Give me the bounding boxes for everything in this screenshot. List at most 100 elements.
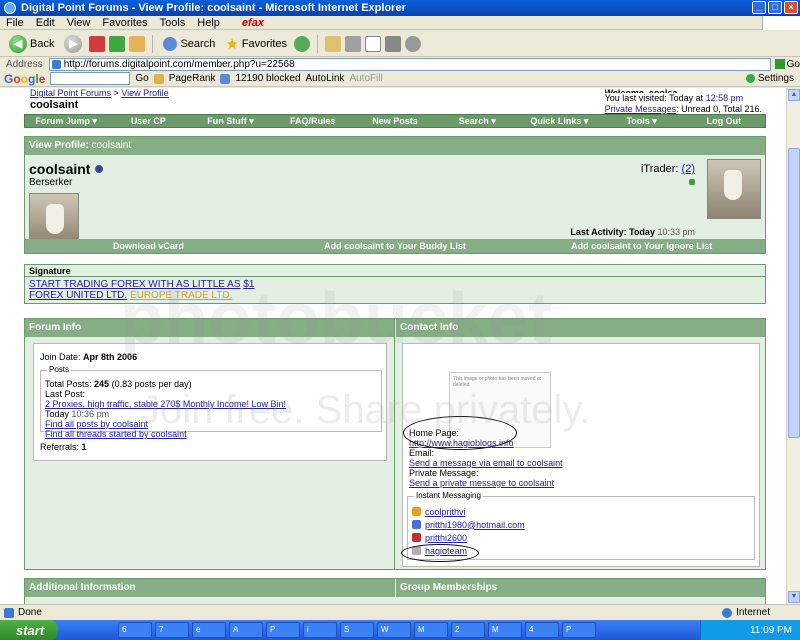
im-row[interactable]: pritthi1980@hotmail.com [412, 518, 525, 531]
breadcrumb-view-profile-link[interactable]: View Profile [121, 88, 168, 98]
forum-navbar: Forum Jump ▾ User CP Fun Stuff ▾ FAQ/Rul… [24, 114, 766, 128]
signature-link-2[interactable]: FOREX UNITED LTD. [29, 290, 127, 301]
taskbar-item[interactable]: 6 [118, 622, 152, 638]
refresh-icon[interactable] [109, 35, 126, 52]
go-button[interactable]: Go [774, 59, 800, 70]
breadcrumb-forums-link[interactable]: Digital Point Forums [30, 88, 111, 98]
maximize-button[interactable]: □ [768, 1, 782, 14]
nav-log-out[interactable]: Log Out [683, 116, 765, 126]
home-icon[interactable] [129, 35, 146, 52]
taskbar-item[interactable]: A [229, 622, 263, 638]
forward-button[interactable]: ▶ [61, 33, 85, 55]
private-messages-link[interactable]: Private Messages [605, 104, 677, 114]
efax-button[interactable]: efax [242, 17, 264, 29]
signature-link-price[interactable]: $1 [243, 279, 254, 290]
settings-button[interactable]: Settings [745, 73, 794, 84]
find-posts-link[interactable]: Find all posts by coolsaint [45, 419, 148, 429]
scroll-thumb[interactable] [788, 148, 800, 438]
add-ignore-link[interactable]: Add coolsaint to Your Ignore List [518, 241, 765, 251]
taskbar-item[interactable]: e [192, 622, 226, 638]
menu-tools[interactable]: Tools [160, 17, 186, 29]
last-activity: Last Activity: Today 10:33 pm [570, 227, 695, 237]
print-icon[interactable] [345, 35, 362, 52]
last-post-link[interactable]: 2 Proxies, high traffic, stable 270$ Mon… [45, 399, 286, 409]
mail-icon[interactable] [325, 35, 342, 52]
taskbar-item[interactable]: M [414, 622, 448, 638]
settings-icon [745, 74, 755, 83]
find-threads-link[interactable]: Find all threads started by coolsaint [45, 429, 187, 439]
address-input[interactable]: http://forums.digitalpoint.com/member.ph… [48, 57, 771, 71]
im-row[interactable]: coolprithvi [412, 505, 525, 518]
itrader-rating: iTrader: (2) [641, 163, 695, 185]
scroll-down-icon[interactable]: ▼ [788, 591, 800, 603]
stop-icon[interactable] [89, 35, 106, 52]
google-toolbar: Google Go PageRank 12190 blocked AutoLin… [0, 71, 800, 87]
menu-view[interactable]: View [67, 17, 91, 29]
google-search-input[interactable] [50, 72, 131, 85]
taskbar-item[interactable]: M [488, 622, 522, 638]
nav-fun-stuff[interactable]: Fun Stuff ▾ [189, 116, 271, 127]
download-vcard-link[interactable]: Download vCard [25, 241, 272, 251]
taskbar-item[interactable]: 7 [155, 622, 189, 638]
popup-blocked-count[interactable]: 12190 blocked [235, 73, 300, 84]
menu-help[interactable]: Help [197, 17, 220, 29]
nav-quick-links[interactable]: Quick Links ▾ [518, 116, 600, 127]
msn-icon [412, 520, 421, 529]
taskbar-item[interactable]: 2 [451, 622, 485, 638]
profile-box: View Profile: coolsaint coolsaint Berser… [24, 136, 766, 254]
favorites-button[interactable]: ★ Favorites [222, 33, 290, 55]
nav-forum-jump[interactable]: Forum Jump ▾ [25, 116, 107, 127]
hand-drawn-circle-homepage [403, 416, 517, 450]
pagerank-indicator[interactable]: PageRank [169, 73, 216, 84]
news-icon[interactable] [153, 73, 164, 84]
nav-new-posts[interactable]: New Posts [354, 116, 436, 126]
taskbar-item[interactable]: S [340, 622, 374, 638]
add-buddy-link[interactable]: Add coolsaint to Your Buddy List [272, 241, 519, 251]
taskbar-item[interactable]: P [562, 622, 596, 638]
nav-user-cp[interactable]: User CP [107, 116, 189, 126]
taskbar-item[interactable]: 4 [525, 622, 559, 638]
signature-content: START TRADING FOREX WITH AS LITTLE AS $1… [25, 277, 765, 303]
window-title: Digital Point Forums - View Profile: coo… [21, 2, 406, 14]
discuss-icon[interactable] [385, 35, 402, 52]
autolink-button[interactable]: AutoLink [306, 73, 345, 84]
menu-edit[interactable]: Edit [36, 17, 55, 29]
itrader-link[interactable]: (2) [682, 163, 695, 175]
back-button[interactable]: ◀ Back [6, 33, 57, 55]
scroll-up-icon[interactable]: ▲ [788, 89, 800, 101]
page-title: coolsaint [30, 99, 79, 111]
nav-search[interactable]: Search ▾ [436, 116, 518, 127]
signature-header: Signature [25, 265, 765, 277]
im-row[interactable]: pritthi2600 [412, 531, 525, 544]
forum-info-column: Forum Info Join Date: Apr 8th 2006 Posts… [25, 319, 395, 569]
start-button[interactable]: start [0, 620, 58, 640]
close-button[interactable]: × [784, 1, 798, 14]
signature-link-1[interactable]: START TRADING FOREX WITH AS LITTLE AS [29, 279, 241, 290]
email-link[interactable]: Send a message via email to coolsaint [409, 458, 563, 468]
posts-fieldset: Posts Total Posts: 245 (0.83 posts per d… [40, 365, 382, 439]
contact-info-header: Contact Info [396, 319, 765, 337]
clock[interactable]: 11:09 PM [750, 625, 792, 636]
window-title-bar[interactable]: Digital Point Forums - View Profile: coo… [0, 0, 800, 16]
security-zone: Internet [722, 607, 770, 618]
signature-link-3[interactable]: EUROPE TRADE LTD. [130, 290, 232, 301]
taskbar-item[interactable]: P [266, 622, 300, 638]
edit-word-icon[interactable] [365, 35, 382, 52]
search-button[interactable]: Search [160, 33, 218, 55]
history-icon[interactable] [294, 35, 311, 52]
minimize-button[interactable]: _ [752, 1, 766, 14]
info-box: Forum Info Join Date: Apr 8th 2006 Posts… [24, 318, 766, 570]
profile-picture [707, 159, 761, 219]
menu-favorites[interactable]: Favorites [102, 17, 147, 29]
google-logo[interactable]: Google [4, 72, 45, 86]
nav-tools[interactable]: Tools ▾ [601, 116, 683, 127]
taskbar-item[interactable]: W [377, 622, 411, 638]
autofill-button[interactable]: AutoFill [349, 73, 382, 84]
menu-file[interactable]: File [6, 17, 24, 29]
messenger-icon[interactable] [405, 35, 422, 52]
private-message-link[interactable]: Send a private message to coolsaint [409, 478, 554, 488]
taskbar-item[interactable]: i [303, 622, 337, 638]
nav-faq-rules[interactable]: FAQ/Rules [272, 116, 354, 126]
google-go-button[interactable]: Go [135, 73, 148, 84]
vertical-scrollbar[interactable]: ▲ ▼ [786, 88, 800, 604]
